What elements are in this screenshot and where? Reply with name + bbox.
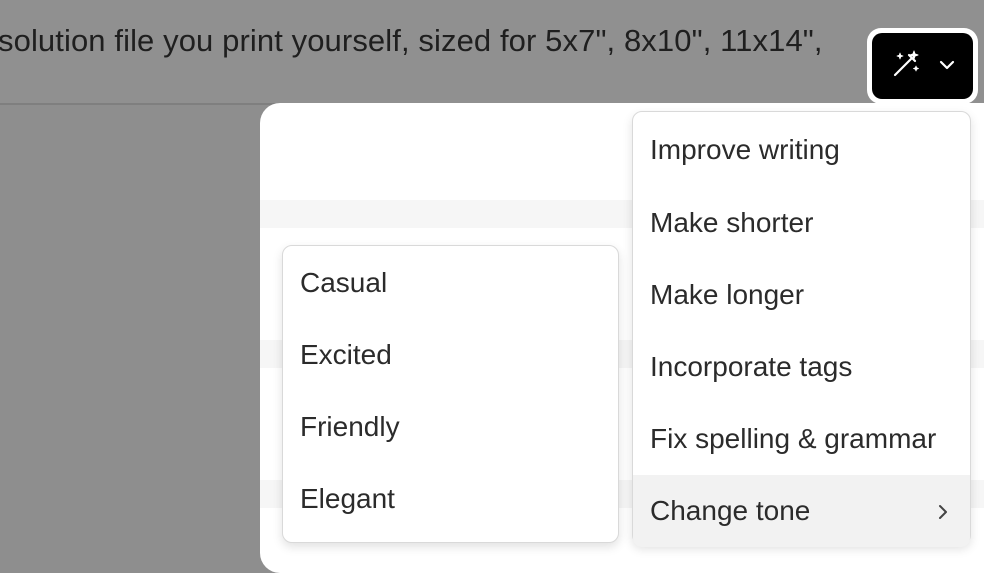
menu-item-improve-writing[interactable]: Improve writing <box>633 113 970 187</box>
menu-item-fix-spelling-grammar[interactable]: Fix spelling & grammar <box>633 403 970 475</box>
menu-item-make-shorter[interactable]: Make shorter <box>633 187 970 259</box>
ai-actions-menu: Improve writing Make shorter Make longer… <box>632 111 971 547</box>
menu-item-make-longer[interactable]: Make longer <box>633 259 970 331</box>
tone-item-label: Excited <box>300 339 392 370</box>
tone-item-label: Casual <box>300 267 388 298</box>
tone-item-label: Elegant <box>300 483 395 514</box>
tone-item-elegant[interactable]: Elegant <box>283 463 618 535</box>
change-tone-submenu: Casual Excited Friendly Elegant <box>282 245 619 543</box>
menu-item-label: Fix spelling & grammar <box>650 423 937 454</box>
menu-item-label: Change tone <box>650 495 811 526</box>
chevron-right-icon <box>938 495 948 527</box>
tone-item-casual[interactable]: Casual <box>283 247 618 319</box>
magic-wand-icon <box>891 49 921 84</box>
menu-item-incorporate-tags[interactable]: Incorporate tags <box>633 331 970 403</box>
tone-item-excited[interactable]: Excited <box>283 319 618 391</box>
menu-item-label: Improve writing <box>650 134 840 165</box>
tone-item-friendly[interactable]: Friendly <box>283 391 618 463</box>
description-field[interactable]: solution file you print yourself, sized … <box>0 0 984 105</box>
chevron-down-icon <box>939 57 955 75</box>
menu-item-change-tone[interactable]: Change tone <box>633 475 970 547</box>
menu-item-label: Make shorter <box>650 207 814 238</box>
tone-item-label: Friendly <box>300 411 400 442</box>
ai-assist-button[interactable] <box>867 28 978 104</box>
menu-item-label: Incorporate tags <box>650 351 853 382</box>
description-text: solution file you print yourself, sized … <box>0 23 823 58</box>
menu-item-label: Make longer <box>650 279 805 310</box>
